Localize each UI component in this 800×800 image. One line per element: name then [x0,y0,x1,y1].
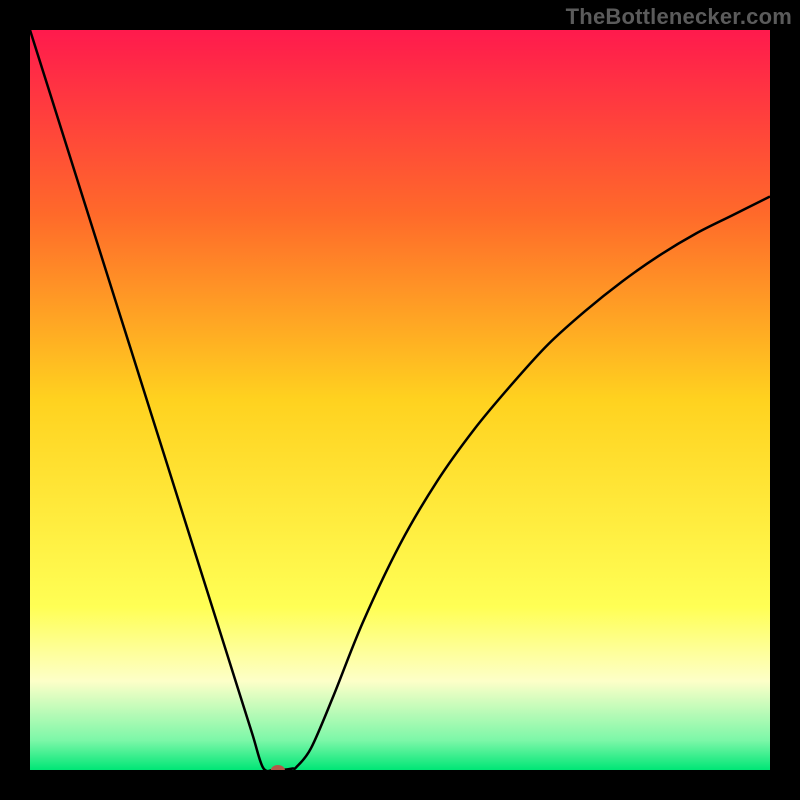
chart-svg [30,30,770,770]
watermark-text: TheBottlenecker.com [566,4,792,30]
chart-frame: TheBottlenecker.com [0,0,800,800]
plot-area [30,30,770,770]
gradient-background [30,30,770,770]
